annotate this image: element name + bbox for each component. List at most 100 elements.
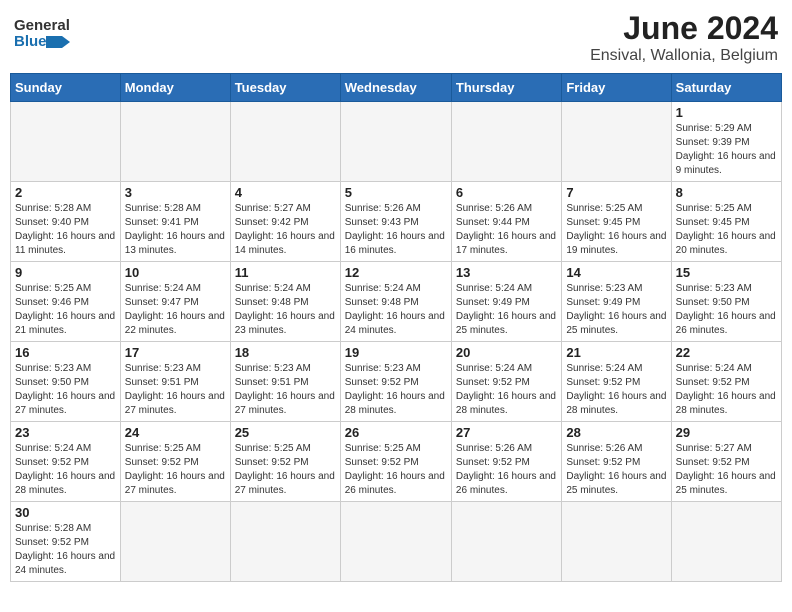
calendar-cell: 18 Sunrise: 5:23 AM Sunset: 9:51 PM Dayli… bbox=[230, 342, 340, 422]
day-number: 4 bbox=[235, 185, 336, 200]
header: General Blue June 2024 Ensival, Wallonia… bbox=[10, 10, 782, 65]
calendar-cell bbox=[340, 502, 451, 582]
location: Ensival, Wallonia, Belgium bbox=[590, 47, 778, 65]
day-number: 5 bbox=[345, 185, 447, 200]
day-number: 12 bbox=[345, 265, 447, 280]
day-info: Sunrise: 5:24 AM Sunset: 9:47 PM Dayligh… bbox=[125, 282, 226, 338]
calendar-cell bbox=[230, 102, 340, 182]
calendar-cell bbox=[671, 502, 781, 582]
calendar-cell: 2Sunrise: 5:28 AM Sunset: 9:40 PM Daylig… bbox=[11, 182, 121, 262]
calendar-cell: 25 Sunrise: 5:25 AM Sunset: 9:52 PM Dayli… bbox=[230, 422, 340, 502]
svg-text:Blue: Blue bbox=[14, 33, 47, 50]
day-info: Sunrise: 5:28 AM Sunset: 9:41 PM Dayligh… bbox=[125, 202, 226, 258]
day-info: Sunrise: 5:26 AM Sunset: 9:44 PM Dayligh… bbox=[456, 202, 557, 258]
calendar-cell: 3 Sunrise: 5:28 AM Sunset: 9:41 PM Daylig… bbox=[120, 182, 230, 262]
calendar-cell: 6 Sunrise: 5:26 AM Sunset: 9:44 PM Daylig… bbox=[451, 182, 561, 262]
logo: General Blue bbox=[14, 10, 70, 58]
calendar-cell: 21 Sunrise: 5:24 AM Sunset: 9:52 PM Dayli… bbox=[562, 342, 671, 422]
day-number: 20 bbox=[456, 345, 557, 360]
calendar-cell bbox=[11, 102, 121, 182]
day-number: 9 bbox=[15, 265, 116, 280]
calendar-cell: 4 Sunrise: 5:27 AM Sunset: 9:42 PM Daylig… bbox=[230, 182, 340, 262]
day-info: Sunrise: 5:24 AM Sunset: 9:52 PM Dayligh… bbox=[676, 362, 777, 418]
calendar-cell: 5 Sunrise: 5:26 AM Sunset: 9:43 PM Daylig… bbox=[340, 182, 451, 262]
day-number: 26 bbox=[345, 425, 447, 440]
calendar-cell: 8 Sunrise: 5:25 AM Sunset: 9:45 PM Daylig… bbox=[671, 182, 781, 262]
header-wednesday: Wednesday bbox=[340, 74, 451, 102]
calendar-cell: 20 Sunrise: 5:24 AM Sunset: 9:52 PM Dayli… bbox=[451, 342, 561, 422]
day-info: Sunrise: 5:27 AM Sunset: 9:42 PM Dayligh… bbox=[235, 202, 336, 258]
day-info: Sunrise: 5:24 AM Sunset: 9:52 PM Dayligh… bbox=[456, 362, 557, 418]
calendar-cell bbox=[562, 102, 671, 182]
day-number: 3 bbox=[125, 185, 226, 200]
calendar-cell bbox=[451, 102, 561, 182]
day-info: Sunrise: 5:26 AM Sunset: 9:52 PM Dayligh… bbox=[566, 442, 666, 498]
day-number: 25 bbox=[235, 425, 336, 440]
title-section: June 2024 Ensival, Wallonia, Belgium bbox=[590, 10, 778, 65]
day-info: Sunrise: 5:24 AM Sunset: 9:52 PM Dayligh… bbox=[15, 442, 116, 498]
day-number: 6 bbox=[456, 185, 557, 200]
day-info: Sunrise: 5:26 AM Sunset: 9:43 PM Dayligh… bbox=[345, 202, 447, 258]
header-friday: Friday bbox=[562, 74, 671, 102]
calendar-cell: 12 Sunrise: 5:24 AM Sunset: 9:48 PM Dayli… bbox=[340, 262, 451, 342]
calendar-cell bbox=[340, 102, 451, 182]
day-number: 18 bbox=[235, 345, 336, 360]
day-number: 14 bbox=[566, 265, 666, 280]
calendar-cell: 11 Sunrise: 5:24 AM Sunset: 9:48 PM Dayli… bbox=[230, 262, 340, 342]
calendar-cell: 14Sunrise: 5:23 AM Sunset: 9:49 PM Dayli… bbox=[562, 262, 671, 342]
day-info: Sunrise: 5:25 AM Sunset: 9:45 PM Dayligh… bbox=[676, 202, 777, 258]
day-info: Sunrise: 5:25 AM Sunset: 9:45 PM Dayligh… bbox=[566, 202, 666, 258]
day-number: 17 bbox=[125, 345, 226, 360]
day-info: Sunrise: 5:27 AM Sunset: 9:52 PM Dayligh… bbox=[676, 442, 777, 498]
day-number: 27 bbox=[456, 425, 557, 440]
day-info: Sunrise: 5:28 AM Sunset: 9:52 PM Dayligh… bbox=[15, 522, 116, 578]
day-info: Sunrise: 5:24 AM Sunset: 9:52 PM Dayligh… bbox=[566, 362, 666, 418]
day-number: 13 bbox=[456, 265, 557, 280]
calendar-cell: 24 Sunrise: 5:25 AM Sunset: 9:52 PM Dayli… bbox=[120, 422, 230, 502]
week-row-1: 1Sunrise: 5:29 AM Sunset: 9:39 PM Daylig… bbox=[11, 102, 782, 182]
day-number: 19 bbox=[345, 345, 447, 360]
calendar-cell: 22 Sunrise: 5:24 AM Sunset: 9:52 PM Dayli… bbox=[671, 342, 781, 422]
day-number: 8 bbox=[676, 185, 777, 200]
day-info: Sunrise: 5:23 AM Sunset: 9:52 PM Dayligh… bbox=[345, 362, 447, 418]
calendar-cell: 19 Sunrise: 5:23 AM Sunset: 9:52 PM Dayli… bbox=[340, 342, 451, 422]
calendar-cell: 7Sunrise: 5:25 AM Sunset: 9:45 PM Daylig… bbox=[562, 182, 671, 262]
day-number: 22 bbox=[676, 345, 777, 360]
day-number: 23 bbox=[15, 425, 116, 440]
calendar-cell: 15Sunrise: 5:23 AM Sunset: 9:50 PM Dayli… bbox=[671, 262, 781, 342]
day-info: Sunrise: 5:23 AM Sunset: 9:51 PM Dayligh… bbox=[125, 362, 226, 418]
logo-icon: General Blue bbox=[14, 10, 70, 58]
day-number: 11 bbox=[235, 265, 336, 280]
day-info: Sunrise: 5:25 AM Sunset: 9:46 PM Dayligh… bbox=[15, 282, 116, 338]
calendar-cell: 27 Sunrise: 5:26 AM Sunset: 9:52 PM Dayli… bbox=[451, 422, 561, 502]
day-number: 2 bbox=[15, 185, 116, 200]
day-number: 1 bbox=[676, 105, 777, 120]
day-info: Sunrise: 5:25 AM Sunset: 9:52 PM Dayligh… bbox=[235, 442, 336, 498]
calendar-cell: 23 Sunrise: 5:24 AM Sunset: 9:52 PM Dayli… bbox=[11, 422, 121, 502]
day-number: 15 bbox=[676, 265, 777, 280]
header-saturday: Saturday bbox=[671, 74, 781, 102]
header-thursday: Thursday bbox=[451, 74, 561, 102]
header-sunday: Sunday bbox=[11, 74, 121, 102]
week-row-3: 9 Sunrise: 5:25 AM Sunset: 9:46 PM Daylig… bbox=[11, 262, 782, 342]
day-number: 21 bbox=[566, 345, 666, 360]
day-number: 10 bbox=[125, 265, 226, 280]
day-number: 24 bbox=[125, 425, 226, 440]
day-info: Sunrise: 5:26 AM Sunset: 9:52 PM Dayligh… bbox=[456, 442, 557, 498]
calendar-cell bbox=[562, 502, 671, 582]
calendar-cell: 16Sunrise: 5:23 AM Sunset: 9:50 PM Dayli… bbox=[11, 342, 121, 422]
calendar-cell: 28 Sunrise: 5:26 AM Sunset: 9:52 PM Dayli… bbox=[562, 422, 671, 502]
day-info: Sunrise: 5:23 AM Sunset: 9:51 PM Dayligh… bbox=[235, 362, 336, 418]
svg-text:General: General bbox=[14, 17, 70, 34]
day-number: 28 bbox=[566, 425, 666, 440]
calendar-cell: 17 Sunrise: 5:23 AM Sunset: 9:51 PM Dayli… bbox=[120, 342, 230, 422]
calendar-cell: 30Sunrise: 5:28 AM Sunset: 9:52 PM Dayli… bbox=[11, 502, 121, 582]
day-info: Sunrise: 5:24 AM Sunset: 9:48 PM Dayligh… bbox=[345, 282, 447, 338]
calendar-table: SundayMondayTuesdayWednesdayThursdayFrid… bbox=[10, 73, 782, 582]
day-info: Sunrise: 5:24 AM Sunset: 9:49 PM Dayligh… bbox=[456, 282, 557, 338]
week-row-4: 16Sunrise: 5:23 AM Sunset: 9:50 PM Dayli… bbox=[11, 342, 782, 422]
day-info: Sunrise: 5:24 AM Sunset: 9:48 PM Dayligh… bbox=[235, 282, 336, 338]
day-info: Sunrise: 5:25 AM Sunset: 9:52 PM Dayligh… bbox=[345, 442, 447, 498]
day-info: Sunrise: 5:25 AM Sunset: 9:52 PM Dayligh… bbox=[125, 442, 226, 498]
calendar-cell: 1Sunrise: 5:29 AM Sunset: 9:39 PM Daylig… bbox=[671, 102, 781, 182]
